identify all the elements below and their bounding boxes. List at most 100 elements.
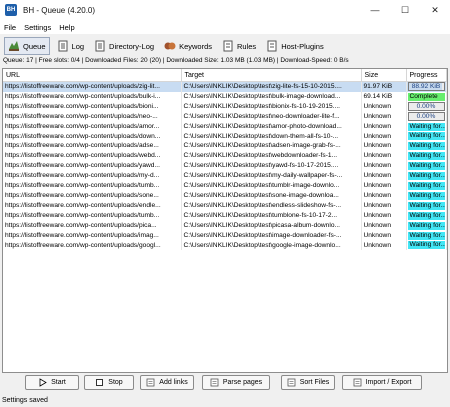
tab-keywords[interactable]: Keywords [161, 37, 215, 55]
table-row[interactable]: https://listoffreeware.com/wp-content/up… [3, 240, 447, 251]
url-cell: https://listoffreeware.com/wp-content/up… [3, 121, 182, 132]
table-row[interactable]: https://listoffreeware.com/wp-content/up… [3, 171, 447, 182]
minimize-icon[interactable]: — [360, 0, 390, 20]
size-cell: Unknown [361, 210, 407, 221]
url-cell: https://listoffreeware.com/wp-content/up… [3, 131, 182, 142]
stop-button-label: Stop [108, 379, 123, 386]
size-cell: Unknown [361, 141, 407, 152]
log-icon [57, 40, 69, 52]
table-row[interactable]: https://listoffreeware.com/wp-content/up… [3, 220, 447, 231]
progress-cell: Waiting for... [406, 141, 447, 152]
progress-cell: 0.00% [406, 111, 447, 122]
tab-log[interactable]: Log [54, 37, 88, 55]
play-icon [38, 378, 47, 387]
url-cell: https://listoffreeware.com/wp-content/up… [3, 91, 182, 102]
waiting-status: Waiting for... [407, 221, 445, 230]
tab-directory-log[interactable]: Directory-Log [91, 37, 157, 55]
table-row[interactable]: https://listoffreeware.com/wp-content/up… [3, 181, 447, 191]
table-row[interactable]: https://listoffreeware.com/wp-content/up… [3, 81, 447, 92]
url-cell: https://listoffreeware.com/wp-content/up… [3, 101, 182, 112]
queue-table[interactable]: URL Target Size Progress https://listoff… [2, 68, 448, 373]
target-cell: C:\Users\INKLIK\Desktop\test\image-downl… [181, 230, 362, 241]
progress-cell: Waiting for... [406, 210, 447, 221]
target-cell: C:\Users\INKLIK\Desktop\test\adsen-image… [181, 141, 362, 152]
parse-pages-button-label: Parse pages [222, 379, 263, 386]
table-row[interactable]: https://listoffreeware.com/wp-content/up… [3, 210, 447, 221]
size-cell: Unknown [361, 200, 407, 211]
table-row[interactable]: https://listoffreeware.com/wp-content/up… [3, 101, 447, 112]
app-icon: BH [5, 4, 17, 16]
url-cell: https://listoffreeware.com/wp-content/up… [3, 141, 182, 152]
menu-help[interactable]: Help [55, 23, 78, 32]
progress-cell: Waiting for... [406, 121, 447, 132]
url-cell: https://listoffreeware.com/wp-content/up… [3, 230, 182, 241]
target-cell: C:\Users\INKLIK\Desktop\test\tumblr-imag… [181, 181, 362, 191]
tab-rules[interactable]: Rules [219, 37, 259, 55]
add-links-button[interactable]: Add links [140, 375, 194, 390]
size-cell: Unknown [361, 240, 407, 251]
menu-bar: File Settings Help [0, 20, 450, 34]
sort-files-button[interactable]: Sort Files [281, 375, 335, 390]
target-cell: C:\Users\INKLIK\Desktop\test\neo-downloa… [181, 111, 362, 122]
action-bar: Start Stop Add links Parse pages Sort Fi… [0, 374, 450, 394]
size-cell: Unknown [361, 171, 407, 182]
target-cell: C:\Users\INKLIK\Desktop\test\my-daily-wa… [181, 171, 362, 182]
target-cell: C:\Users\INKLIK\Desktop\test\zig-lite-fs… [181, 81, 362, 92]
target-cell: C:\Users\INKLIK\Desktop\test\bionix-fs-1… [181, 101, 362, 112]
table-row[interactable]: https://listoffreeware.com/wp-content/up… [3, 141, 447, 152]
url-cell: https://listoffreeware.com/wp-content/up… [3, 210, 182, 221]
url-cell: https://listoffreeware.com/wp-content/up… [3, 240, 182, 251]
url-cell: https://listoffreeware.com/wp-content/up… [3, 220, 182, 231]
sort-files-button-label: Sort Files [299, 379, 330, 386]
tab-keywords-label: Keywords [179, 41, 212, 51]
column-header-target[interactable]: Target [181, 69, 362, 82]
table-row[interactable]: https://listoffreeware.com/wp-content/up… [3, 190, 447, 201]
start-button-label: Start [51, 379, 66, 386]
size-cell: Unknown [361, 151, 407, 162]
size-cell: Unknown [361, 220, 407, 231]
table-row[interactable]: https://listoffreeware.com/wp-content/up… [3, 121, 447, 132]
import-export-button[interactable]: Import / Export [342, 375, 422, 390]
progress-cell: Waiting for... [406, 131, 447, 142]
table-row[interactable]: https://listoffreeware.com/wp-content/up… [3, 230, 447, 241]
url-cell: https://listoffreeware.com/wp-content/up… [3, 190, 182, 201]
tab-log-label: Log [71, 41, 85, 51]
url-cell: https://listoffreeware.com/wp-content/up… [3, 200, 182, 211]
waiting-status: Waiting for... [407, 182, 445, 191]
start-button[interactable]: Start [25, 375, 79, 390]
stop-button[interactable]: Stop [84, 375, 134, 390]
table-row[interactable]: https://listoffreeware.com/wp-content/up… [3, 161, 447, 172]
size-cell: Unknown [361, 181, 407, 191]
size-cell: 69.14 KiB [361, 91, 407, 102]
menu-file[interactable]: File [0, 23, 20, 32]
close-icon[interactable]: ✕ [420, 0, 450, 20]
tab-rules-label: Rules [237, 41, 257, 51]
column-header-progress[interactable]: Progress [406, 69, 447, 82]
add-links-button-label: Add links [159, 379, 188, 386]
table-row[interactable]: https://listoffreeware.com/wp-content/up… [3, 200, 447, 211]
parse-pages-button[interactable]: Parse pages [202, 375, 270, 390]
progress-cell: Waiting for... [406, 151, 447, 162]
column-header-size[interactable]: Size [361, 69, 407, 82]
table-row[interactable]: https://listoffreeware.com/wp-content/up… [3, 91, 447, 102]
target-cell: C:\Users\INKLIK\Desktop\test\sone-image-… [181, 190, 362, 201]
tab-directory-log-label: Directory-Log [109, 41, 155, 51]
column-header-url[interactable]: URL [3, 69, 182, 82]
tab-queue[interactable]: Queue [4, 37, 50, 55]
table-row[interactable]: https://listoffreeware.com/wp-content/up… [3, 131, 447, 142]
tab-host-plugins[interactable]: Host-Plugins [263, 37, 327, 55]
progress-cell: 0.00% [406, 101, 447, 112]
progress-cell: Waiting for... [406, 240, 447, 251]
table-row[interactable]: https://listoffreeware.com/wp-content/up… [3, 151, 447, 162]
size-cell: Unknown [361, 111, 407, 122]
progress-bar: 0.00% [407, 112, 445, 122]
waiting-status: Waiting for... [407, 191, 445, 200]
waiting-status: Waiting for... [407, 122, 445, 131]
menu-settings[interactable]: Settings [20, 23, 55, 32]
url-cell: https://listoffreeware.com/wp-content/up… [3, 151, 182, 162]
size-cell: Unknown [361, 161, 407, 172]
maximize-icon[interactable]: ☐ [390, 0, 420, 20]
progress-cell: Waiting for... [406, 190, 447, 201]
tab-host-plugins-label: Host-Plugins [281, 41, 324, 51]
table-row[interactable]: https://listoffreeware.com/wp-content/up… [3, 111, 447, 122]
